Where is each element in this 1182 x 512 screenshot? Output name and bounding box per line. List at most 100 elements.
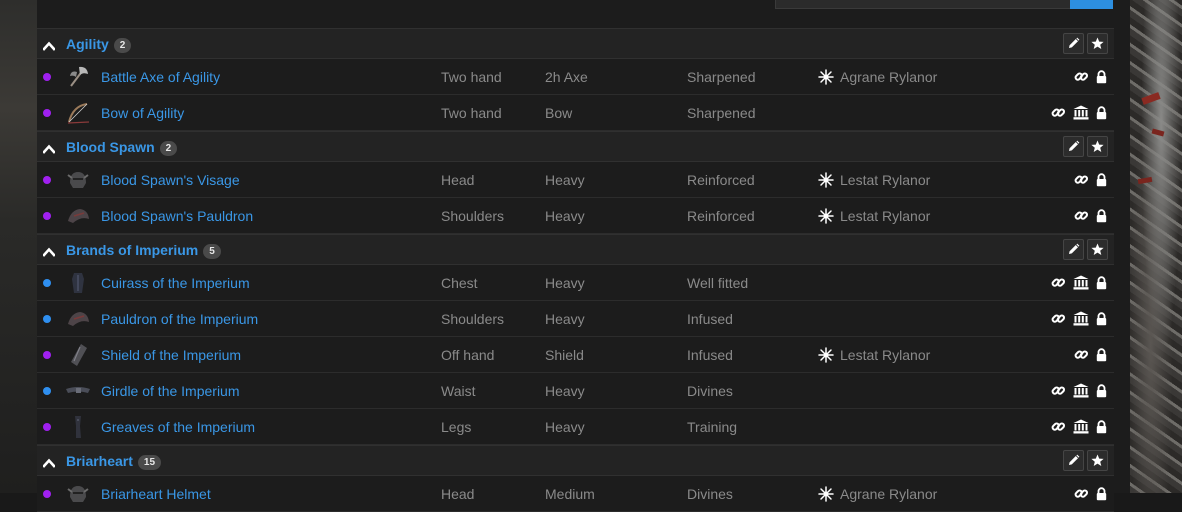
lock-icon[interactable]	[1089, 384, 1107, 401]
set-name[interactable]: Agility 2	[66, 36, 132, 53]
chevron-up-icon[interactable]	[42, 455, 56, 468]
lock-icon[interactable]	[1089, 312, 1107, 329]
item-name-link[interactable]: Cuirass of the Imperium	[101, 275, 250, 291]
item-row: Blood Spawn's Visage Head Heavy Reinforc…	[37, 162, 1114, 198]
item-crafter: Lestat Rylanor	[818, 208, 930, 224]
quality-indicator	[43, 212, 51, 220]
item-name-link[interactable]: Bow of Agility	[101, 105, 184, 121]
link-icon[interactable]	[1044, 421, 1066, 437]
search-input[interactable]	[775, 0, 1072, 9]
bank-icon[interactable]	[1066, 311, 1089, 329]
item-slot: Head	[441, 172, 475, 188]
edit-set-button[interactable]	[1063, 136, 1084, 157]
item-name-link[interactable]: Greaves of the Imperium	[101, 419, 255, 435]
helmet-icon	[65, 167, 91, 193]
set-count-badge: 15	[137, 455, 162, 470]
axe-icon	[65, 64, 91, 90]
item-sets-panel: Agility 2 Battle Axe of Agility Two hand …	[37, 0, 1130, 512]
item-type: Bow	[545, 105, 573, 121]
set-group-header[interactable]: Agility 2	[37, 28, 1114, 59]
set-count-badge: 2	[159, 141, 178, 156]
item-slot: Shoulders	[441, 311, 505, 327]
pauldron-icon	[65, 203, 91, 229]
item-name-link[interactable]: Pauldron of the Imperium	[101, 311, 258, 327]
link-icon[interactable]	[1044, 107, 1066, 123]
quality-indicator	[43, 315, 51, 323]
favorite-set-button[interactable]	[1087, 33, 1108, 54]
shield-icon	[65, 342, 91, 368]
item-actions	[1044, 383, 1107, 399]
item-set-list: Agility 2 Battle Axe of Agility Two hand …	[37, 28, 1114, 512]
item-row: Blood Spawn's Pauldron Shoulders Heavy R…	[37, 198, 1114, 234]
bank-icon[interactable]	[1066, 419, 1089, 437]
lock-icon[interactable]	[1089, 70, 1107, 87]
set-name[interactable]: Blood Spawn 2	[66, 139, 178, 156]
bank-icon[interactable]	[1066, 105, 1089, 123]
edit-set-button[interactable]	[1063, 450, 1084, 471]
set-name[interactable]: Brands of Imperium 5	[66, 242, 221, 259]
favorite-set-button[interactable]	[1087, 450, 1108, 471]
item-row: Battle Axe of Agility Two hand 2h Axe Sh…	[37, 59, 1114, 95]
crafter-icon	[818, 208, 834, 224]
item-name-link[interactable]: Blood Spawn's Visage	[101, 172, 240, 188]
set-count-badge: 2	[113, 38, 132, 53]
item-trait: Well fitted	[687, 275, 749, 291]
item-row: Girdle of the Imperium Waist Heavy Divin…	[37, 373, 1114, 409]
lock-icon[interactable]	[1089, 106, 1107, 123]
quality-indicator	[43, 109, 51, 117]
lock-icon[interactable]	[1089, 420, 1107, 437]
item-name-link[interactable]: Battle Axe of Agility	[101, 69, 220, 85]
chevron-up-icon[interactable]	[42, 141, 56, 154]
bank-icon[interactable]	[1066, 275, 1089, 293]
link-icon[interactable]	[1067, 174, 1089, 190]
item-actions	[1044, 275, 1107, 291]
item-type: 2h Axe	[545, 69, 588, 85]
edit-set-button[interactable]	[1063, 239, 1084, 260]
item-actions	[1067, 69, 1107, 85]
item-name-link[interactable]: Briarheart Helmet	[101, 486, 211, 502]
chevron-up-icon[interactable]	[42, 38, 56, 51]
item-type: Heavy	[545, 208, 585, 224]
link-icon[interactable]	[1044, 277, 1066, 293]
chevron-up-icon[interactable]	[42, 244, 56, 257]
favorite-set-button[interactable]	[1087, 136, 1108, 157]
item-row: Shield of the Imperium Off hand Shield I…	[37, 337, 1114, 373]
lock-icon[interactable]	[1089, 209, 1107, 226]
lock-icon[interactable]	[1089, 487, 1107, 504]
set-group-header[interactable]: Briarheart 15	[37, 445, 1114, 476]
crafter-icon	[818, 69, 834, 85]
item-row: Greaves of the Imperium Legs Heavy Train…	[37, 409, 1114, 445]
lock-icon[interactable]	[1089, 348, 1107, 365]
item-slot: Waist	[441, 383, 476, 399]
set-name[interactable]: Briarheart 15	[66, 453, 162, 470]
bank-icon[interactable]	[1066, 383, 1089, 401]
link-icon[interactable]	[1067, 71, 1089, 87]
item-crafter: Lestat Rylanor	[818, 347, 930, 363]
item-name-link[interactable]: Girdle of the Imperium	[101, 383, 240, 399]
lock-icon[interactable]	[1089, 276, 1107, 293]
background-right	[1130, 0, 1182, 493]
link-icon[interactable]	[1067, 488, 1089, 504]
quality-indicator	[43, 73, 51, 81]
item-slot: Off hand	[441, 347, 495, 363]
set-group-header[interactable]: Brands of Imperium 5	[37, 234, 1114, 265]
item-slot: Shoulders	[441, 208, 505, 224]
favorite-set-button[interactable]	[1087, 239, 1108, 260]
link-icon[interactable]	[1067, 349, 1089, 365]
item-row: Pauldron of the Imperium Shoulders Heavy…	[37, 301, 1114, 337]
item-type: Heavy	[545, 383, 585, 399]
link-icon[interactable]	[1067, 210, 1089, 226]
link-icon[interactable]	[1044, 313, 1066, 329]
link-icon[interactable]	[1044, 385, 1066, 401]
search-button[interactable]	[1070, 0, 1113, 9]
item-actions	[1067, 208, 1107, 224]
item-name-link[interactable]: Shield of the Imperium	[101, 347, 241, 363]
item-trait: Infused	[687, 311, 733, 327]
quality-indicator	[43, 351, 51, 359]
edit-set-button[interactable]	[1063, 33, 1084, 54]
item-slot: Head	[441, 486, 475, 502]
item-trait: Sharpened	[687, 105, 756, 121]
lock-icon[interactable]	[1089, 173, 1107, 190]
set-group-header[interactable]: Blood Spawn 2	[37, 131, 1114, 162]
item-name-link[interactable]: Blood Spawn's Pauldron	[101, 208, 253, 224]
